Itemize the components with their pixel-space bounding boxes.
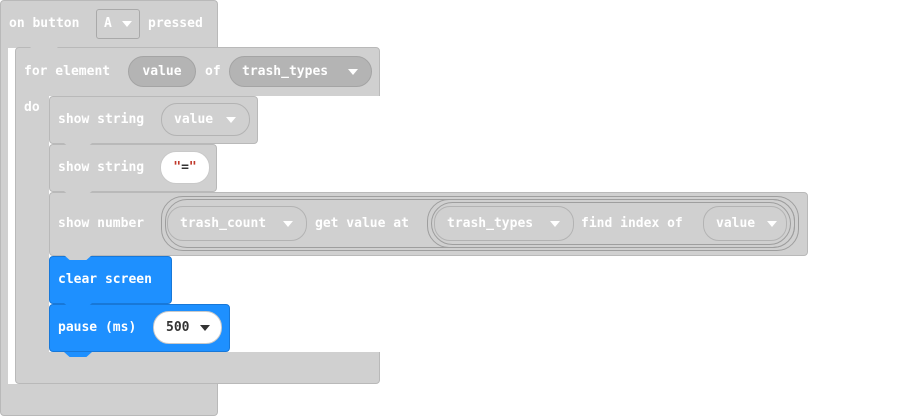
event-pressed-label: pressed <box>148 16 203 31</box>
array-variable-name: trash_types <box>242 64 329 79</box>
for-of-label: of <box>205 64 221 79</box>
chevron-down-icon <box>200 325 210 331</box>
find-value-dropdown[interactable]: value <box>703 206 787 241</box>
chevron-down-icon <box>226 117 236 123</box>
find-index-of-label: find index of <box>581 216 683 231</box>
button-selector-value: A <box>104 16 112 31</box>
number-array-name: trash_count <box>180 216 267 231</box>
chevron-down-icon <box>550 221 560 227</box>
quote-open-glyph: " <box>173 160 182 175</box>
pause-duration-dropdown[interactable]: 500 <box>153 311 222 344</box>
string-literal-field[interactable]: " = " <box>160 151 210 184</box>
loop-variable-name: value <box>142 64 182 79</box>
string-literal-value: = <box>181 160 189 175</box>
quote-close-glyph: " <box>188 160 197 175</box>
chevron-down-icon <box>122 21 132 27</box>
chevron-down-icon <box>348 69 358 75</box>
loop-variable-pill[interactable]: value <box>128 56 196 87</box>
pause-duration-value: 500 <box>166 320 190 335</box>
for-do-label: do <box>24 100 40 115</box>
clear-screen-label: clear screen <box>58 272 152 287</box>
button-selector-dropdown[interactable]: A <box>96 9 140 39</box>
find-value-name: value <box>716 216 756 231</box>
for-element-label: for element <box>24 64 111 79</box>
string-variable-dropdown[interactable]: value <box>161 103 250 136</box>
show-number-label: show number <box>58 216 145 231</box>
get-value-at-label: get value at <box>315 216 409 231</box>
show-number-block[interactable] <box>49 192 808 256</box>
show-string-equals-label: show string <box>58 160 145 175</box>
chevron-down-icon <box>283 221 293 227</box>
find-array-dropdown[interactable]: trash_types <box>434 206 574 241</box>
chevron-down-icon <box>767 221 777 227</box>
string-variable-name: value <box>174 112 214 127</box>
pause-label: pause (ms) <box>58 320 137 335</box>
number-array-dropdown[interactable]: trash_count <box>167 206 307 241</box>
array-variable-dropdown[interactable]: trash_types <box>229 56 372 87</box>
event-on-label: on button <box>9 16 80 31</box>
show-string-label: show string <box>58 112 145 127</box>
find-array-name: trash_types <box>447 216 534 231</box>
